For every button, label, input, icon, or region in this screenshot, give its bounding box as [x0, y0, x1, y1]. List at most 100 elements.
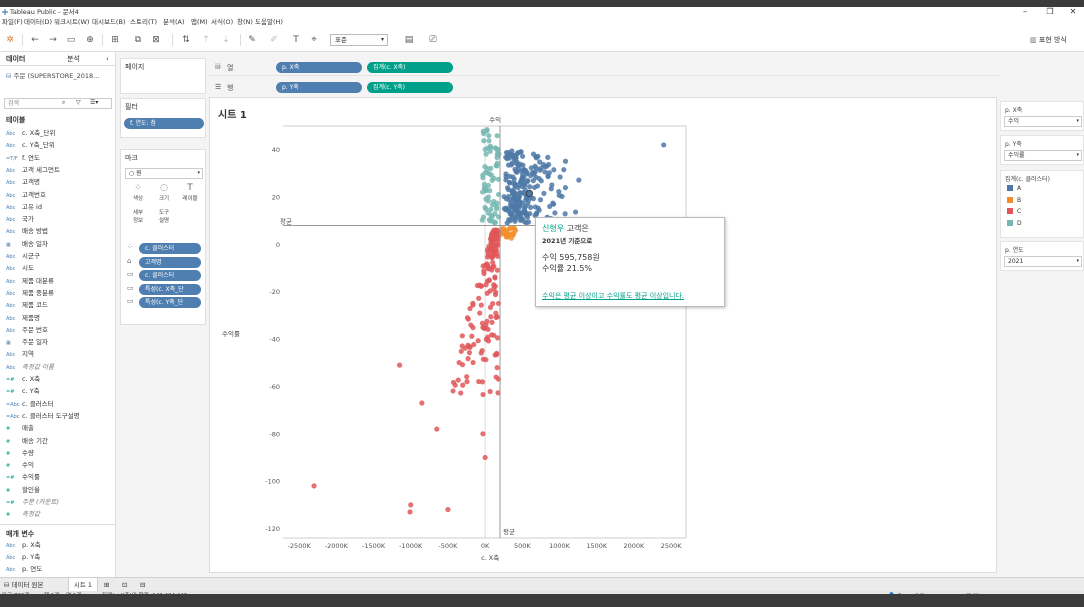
field-item[interactable]: Abc 제품 코드 [6, 300, 114, 312]
rows-pill-py[interactable]: p. Y축 [276, 82, 362, 93]
data-point[interactable] [490, 301, 496, 307]
data-point[interactable] [522, 182, 528, 188]
data-point[interactable] [464, 374, 470, 380]
data-point[interactable] [486, 133, 492, 139]
data-point[interactable] [470, 325, 476, 331]
data-point[interactable] [517, 202, 523, 209]
field-item[interactable]: # 측정값 [6, 509, 114, 521]
labels-icon[interactable]: T [290, 34, 302, 46]
data-point[interactable] [488, 238, 494, 244]
minimize-button[interactable]: – [1020, 7, 1030, 17]
data-point[interactable] [485, 182, 491, 188]
data-point[interactable] [520, 162, 526, 168]
data-point[interactable] [470, 302, 476, 308]
field-item[interactable]: ▦ 주문 일자 [6, 337, 114, 349]
data-point[interactable] [485, 170, 491, 176]
data-point[interactable] [488, 212, 494, 218]
data-point[interactable] [537, 159, 543, 165]
data-point[interactable] [481, 268, 487, 274]
data-point[interactable] [537, 197, 544, 203]
columns-pill-cx[interactable]: 집계(c. X축) [367, 62, 453, 73]
color-button[interactable]: ⁘ 색상 [127, 183, 149, 205]
data-point[interactable] [311, 483, 317, 489]
data-point[interactable] [493, 203, 500, 210]
menu-item[interactable]: 파일(F) [2, 17, 23, 28]
pin-icon[interactable]: ⌖ [308, 34, 320, 46]
selected-point[interactable] [525, 189, 534, 198]
menu-item[interactable]: 맵(M) [191, 17, 208, 28]
data-point[interactable] [481, 130, 487, 137]
data-source-tab[interactable]: ⛁ 데이터 원본 [4, 578, 43, 592]
data-point[interactable] [477, 310, 483, 316]
field-item[interactable]: =# 주문 (카운트) [6, 497, 114, 509]
data-point[interactable] [483, 151, 489, 157]
data-point[interactable] [480, 356, 486, 362]
new-datasource-icon[interactable]: ⊕ [84, 34, 96, 46]
show-me-button[interactable]: ▥ 표현 방식 [1030, 34, 1067, 46]
data-point[interactable] [493, 163, 500, 169]
close-button[interactable]: ✕ [1068, 7, 1078, 17]
data-point[interactable] [487, 188, 493, 194]
data-point[interactable] [483, 196, 489, 202]
data-point[interactable] [469, 333, 475, 339]
data-point[interactable] [533, 174, 539, 180]
field-item[interactable]: Abc 시도 [6, 263, 114, 275]
data-point[interactable] [490, 259, 496, 266]
data-point[interactable] [489, 267, 495, 273]
data-point[interactable] [493, 352, 500, 358]
sort-ascending-icon[interactable]: ⇡ [200, 34, 212, 46]
data-point[interactable] [535, 205, 541, 211]
filter-pill[interactable]: f. 연도: 참 [124, 118, 204, 129]
param-py-select[interactable]: 수익률 ▾ [1004, 150, 1082, 161]
swap-axes-icon[interactable]: ⇅ [180, 34, 192, 46]
data-point[interactable] [475, 338, 481, 344]
data-point[interactable] [492, 145, 498, 151]
data-point[interactable] [551, 167, 557, 173]
data-point[interactable] [549, 182, 555, 188]
data-point[interactable] [552, 210, 558, 216]
data-point[interactable] [510, 195, 517, 201]
data-point[interactable] [562, 158, 569, 164]
menu-item[interactable]: 데이터(D) [24, 17, 52, 28]
data-point[interactable] [466, 350, 473, 356]
data-point[interactable] [482, 146, 488, 153]
data-point[interactable] [419, 400, 425, 406]
field-item[interactable]: # 매출 [6, 423, 114, 435]
data-point[interactable] [510, 205, 516, 211]
data-point[interactable] [396, 362, 403, 368]
menu-item[interactable]: 스토리(T) [130, 17, 157, 28]
maximize-button[interactable]: ❐ [1045, 7, 1055, 17]
field-item[interactable]: # 수익 [6, 460, 114, 472]
tab-analytics[interactable]: 분석 [67, 52, 80, 66]
data-point[interactable] [561, 167, 567, 173]
data-point[interactable] [484, 254, 491, 260]
data-point[interactable] [464, 379, 470, 385]
field-item[interactable]: Abc c. Y축_단위 [6, 140, 114, 152]
data-point[interactable] [489, 332, 495, 338]
field-item[interactable]: Abc 주문 번호 [6, 325, 114, 337]
data-point[interactable] [494, 133, 500, 139]
data-point[interactable] [450, 388, 456, 394]
data-point[interactable] [513, 216, 519, 222]
data-point[interactable] [494, 314, 500, 320]
data-point[interactable] [480, 172, 486, 178]
field-item[interactable]: ▦ 배송 일자 [6, 239, 114, 251]
data-point[interactable] [521, 174, 527, 181]
data-point[interactable] [480, 431, 486, 437]
data-point[interactable] [476, 295, 482, 301]
data-point[interactable] [533, 211, 539, 217]
data-point[interactable] [493, 374, 499, 380]
data-point[interactable] [576, 177, 582, 183]
data-point[interactable] [434, 426, 440, 432]
data-point[interactable] [474, 282, 480, 289]
data-point[interactable] [504, 230, 510, 236]
field-item[interactable]: =# 수익률 [6, 472, 114, 484]
data-point[interactable] [512, 166, 518, 172]
data-point[interactable] [491, 175, 497, 181]
data-point[interactable] [464, 315, 471, 321]
data-point[interactable] [520, 209, 526, 215]
data-point[interactable] [531, 184, 538, 191]
data-point[interactable] [493, 247, 499, 253]
field-item[interactable]: =T/F f. 연도 [6, 153, 114, 165]
parameter-item[interactable]: Abc p. Y축 [6, 552, 114, 564]
